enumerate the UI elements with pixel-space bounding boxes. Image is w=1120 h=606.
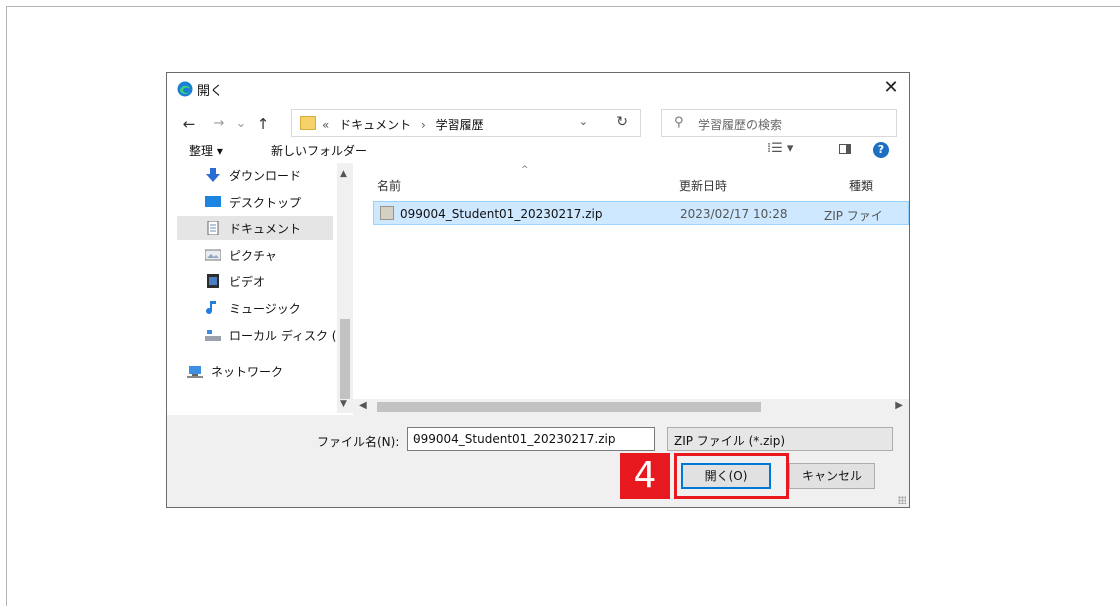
sidebar-item-network[interactable]: ネットワーク <box>159 359 315 383</box>
document-icon <box>207 221 219 235</box>
filename-dropdown-icon[interactable]: ⌄ <box>413 432 648 443</box>
file-row[interactable]: 099004_Student01_20230217.zip 2023/02/17… <box>373 201 909 225</box>
refresh-icon[interactable]: ↻ <box>616 114 628 130</box>
navigation-scrollbar[interactable]: ▲ ▼ <box>337 163 353 413</box>
breadcrumb-documents[interactable]: ドキュメント <box>339 118 411 132</box>
breadcrumb-separator: › <box>421 118 426 132</box>
address-bar[interactable]: « ドキュメント › 学習履歴 ⌄ ↻ <box>291 109 641 137</box>
sidebar-item-videos[interactable]: ビデオ <box>177 269 333 293</box>
view-options-icon[interactable]: ⁞☰ ▾ <box>767 141 793 156</box>
navigation-pane: ダウンロード デスクトップ ドキュメント ピクチャ ビデオ ミュージック ローカ… <box>167 163 353 401</box>
filetype-select[interactable]: ZIP ファイル (*.zip) ⌄ <box>667 427 893 451</box>
file-type: ZIP ファイ <box>824 209 883 223</box>
help-icon[interactable]: ? <box>873 142 889 158</box>
sidebar-item-label: ピクチャ <box>229 249 277 263</box>
sidebar-item-label: ローカル ディスク (C <box>229 329 345 343</box>
edge-browser-icon <box>177 81 193 97</box>
breadcrumb: « ドキュメント › 学習履歴 <box>322 116 490 133</box>
cancel-button[interactable]: キャンセル <box>789 463 875 489</box>
sidebar-item-local-disk[interactable]: ローカル ディスク (C <box>177 323 345 347</box>
sort-ascending-icon: ^ <box>521 165 529 175</box>
dialog-footer: ファイル名(N): 099004_Student01_20230217.zip … <box>167 415 909 507</box>
preview-pane-icon[interactable] <box>839 144 851 154</box>
sidebar-item-label: ネットワーク <box>211 365 284 379</box>
step-number-badge: 4 <box>620 453 670 499</box>
column-header-type[interactable]: 種類 <box>849 177 873 194</box>
scroll-down-icon[interactable]: ▼ <box>340 399 347 409</box>
local-disk-icon <box>205 330 221 341</box>
video-icon <box>207 274 219 288</box>
sidebar-item-label: デスクトップ <box>229 196 302 210</box>
download-arrow-icon <box>206 168 220 182</box>
search-input[interactable]: ⚲ 学習履歴の検索 <box>661 109 897 137</box>
new-folder-button[interactable]: 新しいフォルダー <box>271 142 367 159</box>
sidebar-item-documents[interactable]: ドキュメント <box>177 216 333 240</box>
address-dropdown-icon[interactable]: ⌄ <box>579 115 588 128</box>
sidebar-item-label: ビデオ <box>229 275 266 289</box>
search-placeholder: 学習履歴の検索 <box>698 118 783 132</box>
title-bar: 開く ✕ <box>167 73 909 103</box>
sidebar-item-label: ドキュメント <box>229 222 302 236</box>
scroll-up-icon[interactable]: ▲ <box>340 169 347 179</box>
dialog-title: 開く <box>197 84 224 99</box>
open-file-dialog: 開く ✕ ← → ⌄ ↑ « ドキュメント › 学習履歴 ⌄ ↻ ⚲ 学習履歴の… <box>166 72 910 508</box>
chevron-down-icon: ⌄ <box>674 433 683 444</box>
zip-file-icon <box>380 206 394 220</box>
folder-icon <box>300 116 316 130</box>
sidebar-item-downloads[interactable]: ダウンロード <box>177 163 333 187</box>
annotation-highlight-box <box>674 453 789 499</box>
scrollbar-thumb[interactable] <box>340 319 350 399</box>
scroll-left-icon[interactable]: ◀ <box>359 400 367 411</box>
music-note-icon <box>206 301 216 315</box>
pictures-icon <box>205 249 221 261</box>
sidebar-item-pictures[interactable]: ピクチャ <box>177 243 333 267</box>
resize-grip-icon[interactable] <box>898 496 906 504</box>
column-header-modified[interactable]: 更新日時 <box>679 177 727 194</box>
sidebar-item-desktop[interactable]: デスクトップ <box>177 190 333 214</box>
scroll-right-icon[interactable]: ▶ <box>895 400 903 411</box>
column-header-name[interactable]: 名前 <box>377 177 401 194</box>
scrollbar-thumb[interactable] <box>377 402 761 412</box>
filename-label: ファイル名(N): <box>317 435 400 449</box>
sidebar-item-label: ミュージック <box>229 302 301 316</box>
filename-input[interactable]: 099004_Student01_20230217.zip ⌄ <box>407 427 655 451</box>
network-icon <box>187 366 203 378</box>
breadcrumb-overflow[interactable]: « <box>322 118 329 132</box>
sidebar-item-label: ダウンロード <box>229 169 302 183</box>
breadcrumb-learning-history[interactable]: 学習履歴 <box>436 118 484 132</box>
organize-menu-button[interactable]: 整理 ▾ <box>189 142 223 159</box>
file-name: 099004_Student01_20230217.zip <box>400 207 603 221</box>
horizontal-scrollbar[interactable]: ◀ ▶ <box>353 399 909 415</box>
close-button[interactable]: ✕ <box>877 75 905 101</box>
search-icon: ⚲ <box>674 115 684 130</box>
file-list: ^ 名前 更新日時 種類 099004_Student01_20230217.z… <box>363 163 909 413</box>
command-bar: 整理 ▾ 新しいフォルダー ⁞☰ ▾ ? <box>167 135 909 163</box>
desktop-icon <box>205 196 221 207</box>
file-modified: 2023/02/17 10:28 <box>680 207 788 221</box>
sidebar-item-music[interactable]: ミュージック <box>177 296 333 320</box>
